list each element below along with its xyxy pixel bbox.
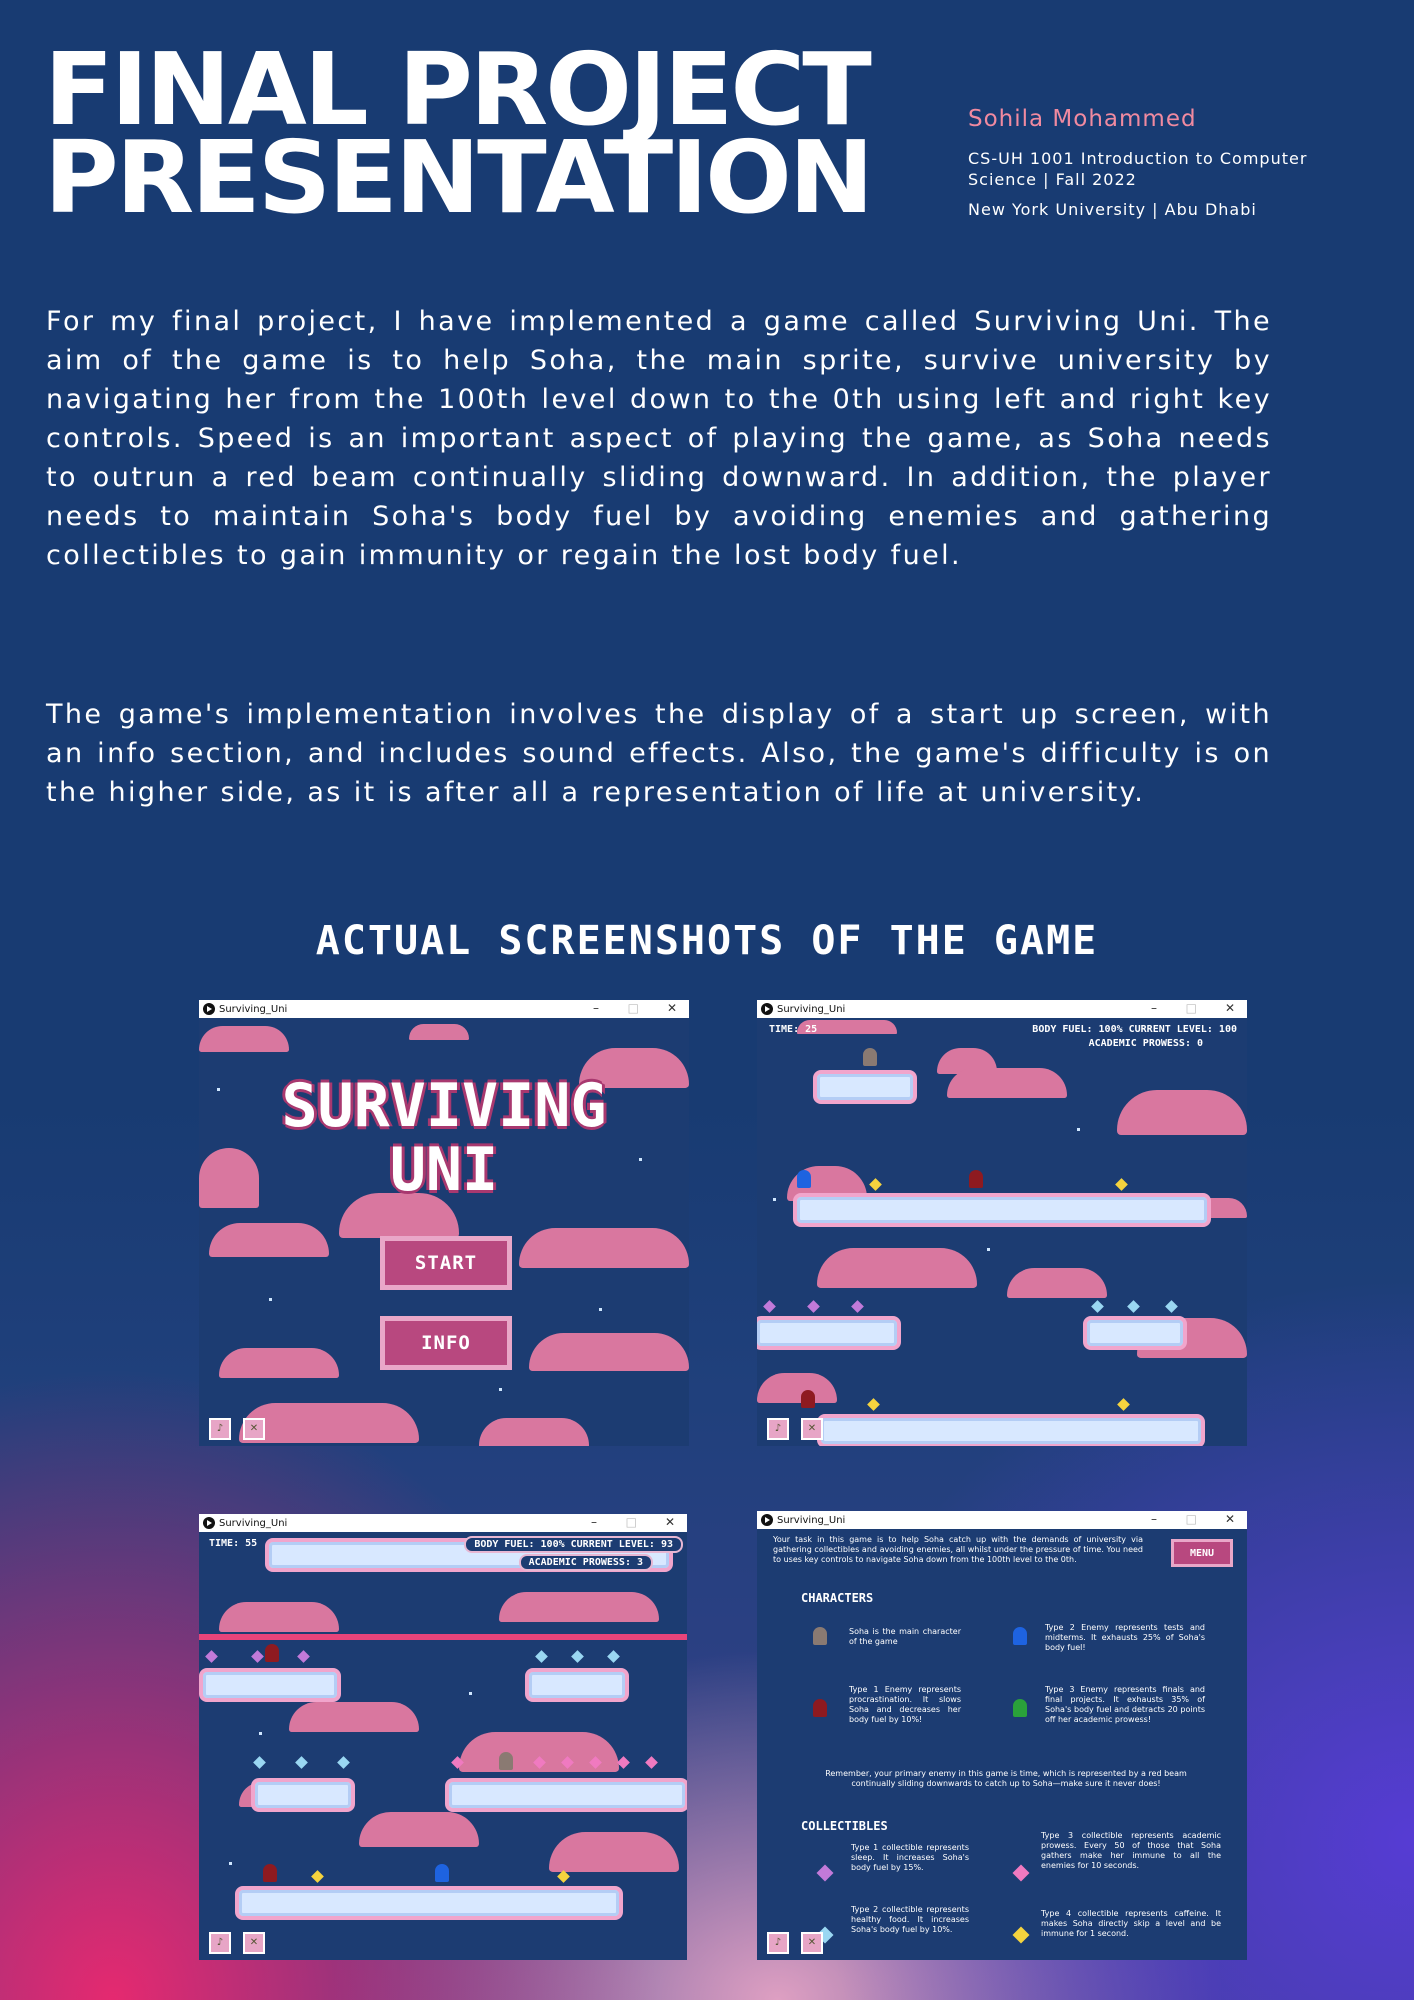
start-screen-canvas: SURVIVING UNI START INFO ♪ ✕ [199, 1018, 689, 1446]
game-title-line1: SURVIVING [281, 1071, 607, 1141]
screenshot-gameplay-1: Surviving_Uni – □ ✕ TIME: 25 BODY FUEL: … [757, 1000, 1247, 1446]
enemy-type2-sprite [1013, 1627, 1027, 1645]
window-titlebar: Surviving_Uni – □ ✕ [757, 1511, 1247, 1529]
sound-off-icon[interactable]: ✕ [243, 1418, 265, 1440]
gameplay-canvas: TIME: 55 BODY FUEL: 100% CURRENT LEVEL: … [199, 1532, 687, 1960]
window-title: Surviving_Uni [219, 1517, 288, 1529]
enemy-type2-sprite [797, 1170, 811, 1188]
app-icon [761, 1003, 773, 1015]
close-icon[interactable]: ✕ [1225, 1512, 1235, 1526]
hud-prowess: ACADEMIC PROWESS: 0 [1088, 1038, 1203, 1049]
enemy-type1-sprite [265, 1644, 279, 1662]
window-title: Surviving_Uni [219, 1003, 288, 1015]
author-name: Sohila Mohammed [968, 106, 1197, 132]
maximize-icon[interactable]: □ [628, 1001, 639, 1015]
collectible-type2-text: Type 2 collectible represents healthy fo… [851, 1905, 969, 1934]
app-icon [203, 1003, 215, 1015]
collectible-type4-text: Type 4 collectible represents caffeine. … [1041, 1909, 1221, 1938]
close-icon[interactable]: ✕ [665, 1515, 675, 1529]
game-title: SURVIVING UNI [199, 1074, 689, 1202]
maximize-icon[interactable]: □ [1186, 1512, 1197, 1526]
collectibles-heading: COLLECTIBLES [801, 1819, 888, 1833]
collectible-type3-text: Type 3 collectible represents academic p… [1041, 1831, 1221, 1870]
maximize-icon[interactable]: □ [1186, 1001, 1197, 1015]
enemy-type1-sprite [813, 1699, 827, 1717]
char-soha-text: Soha is the main character of the game [849, 1627, 961, 1646]
minimize-icon[interactable]: – [1151, 1512, 1157, 1526]
window-titlebar: Surviving_Uni – □ ✕ [757, 1000, 1247, 1018]
sound-on-icon[interactable]: ♪ [209, 1418, 231, 1440]
course-info: CS-UH 1001 Introduction to Computer Scie… [968, 149, 1308, 189]
gameplay-canvas: TIME: 25 BODY FUEL: 100% CURRENT LEVEL: … [757, 1018, 1247, 1446]
enemy-type3-sprite [1013, 1699, 1027, 1717]
hud-fuel-level: BODY FUEL: 100% CURRENT LEVEL: 100 [1032, 1024, 1237, 1035]
close-icon[interactable]: ✕ [667, 1001, 677, 1015]
window-title: Surviving_Uni [777, 1514, 846, 1526]
reminder-text: Remember, your primary enemy in this gam… [825, 1769, 1187, 1788]
description-paragraph-2: The game's implementation involves the d… [46, 699, 1272, 808]
hud-prowess: ACADEMIC PROWESS: 3 [518, 1554, 653, 1571]
char-enemy1-text: Type 1 Enemy represents procrastination.… [849, 1685, 961, 1724]
info-button[interactable]: INFO [380, 1316, 512, 1370]
char-enemy2-text: Type 2 Enemy represents tests and midter… [1045, 1623, 1205, 1652]
sound-on-icon[interactable]: ♪ [767, 1418, 789, 1440]
window-titlebar: Surviving_Uni – □ ✕ [199, 1514, 687, 1532]
soha-sprite [813, 1627, 827, 1645]
close-icon[interactable]: ✕ [1225, 1001, 1235, 1015]
sound-off-icon[interactable]: ✕ [243, 1932, 265, 1954]
info-canvas: Your task in this game is to help Soha c… [757, 1529, 1247, 1960]
screenshot-info-screen: Surviving_Uni – □ ✕ Your task in this ga… [757, 1511, 1247, 1960]
maximize-icon[interactable]: □ [626, 1515, 637, 1529]
enemy-type1-sprite [801, 1390, 815, 1408]
info-intro: Your task in this game is to help Soha c… [773, 1535, 1143, 1564]
screenshot-start-screen: Surviving_Uni – □ ✕ SURVIVING UNI START … [199, 1000, 689, 1446]
soha-sprite [499, 1752, 513, 1770]
menu-button[interactable]: MENU [1171, 1539, 1233, 1567]
char-enemy3-text: Type 3 Enemy represents finals and final… [1045, 1685, 1205, 1724]
enemy-type2-sprite [435, 1864, 449, 1882]
minimize-icon[interactable]: – [591, 1515, 597, 1529]
start-button[interactable]: START [380, 1236, 512, 1290]
characters-heading: CHARACTERS [801, 1591, 874, 1605]
screenshot-gameplay-2: Surviving_Uni – □ ✕ TIME: 55 BODY FUEL: … [199, 1514, 687, 1960]
enemy-type1-sprite [969, 1170, 983, 1188]
minimize-icon[interactable]: – [1151, 1001, 1157, 1015]
poster-title: FINAL PROJECT PRESENTATION [44, 40, 944, 228]
sound-off-icon[interactable]: ✕ [801, 1932, 823, 1954]
collectible-type1-text: Type 1 collectible represents sleep. It … [851, 1843, 969, 1872]
app-icon [203, 1517, 215, 1529]
window-titlebar: Surviving_Uni – □ ✕ [199, 1000, 689, 1018]
collectible-type3-icon [1012, 1864, 1030, 1882]
soha-sprite [863, 1048, 877, 1066]
hud-time: TIME: 55 [209, 1538, 258, 1549]
hud-fuel-level: BODY FUEL: 100% CURRENT LEVEL: 93 [464, 1536, 683, 1553]
collectible-type1-icon [816, 1864, 834, 1882]
description-paragraph-1: For my final project, I have implemented… [46, 306, 1272, 571]
screenshots-heading: ACTUAL SCREENSHOTS OF THE GAME [315, 918, 1099, 964]
red-beam [199, 1634, 687, 1640]
window-title: Surviving_Uni [777, 1003, 846, 1015]
sound-off-icon[interactable]: ✕ [801, 1418, 823, 1440]
poster-title-line2: PRESENTATION [44, 119, 874, 236]
game-title-line2: UNI [389, 1135, 499, 1205]
hud-time: TIME: 25 [769, 1024, 818, 1035]
sound-on-icon[interactable]: ♪ [767, 1932, 789, 1954]
university-info: New York University | Abu Dhabi [968, 200, 1257, 219]
sound-on-icon[interactable]: ♪ [209, 1932, 231, 1954]
enemy-type1-sprite [263, 1864, 277, 1882]
minimize-icon[interactable]: – [593, 1001, 599, 1015]
app-icon [761, 1514, 773, 1526]
collectible-type4-icon [1012, 1926, 1030, 1944]
